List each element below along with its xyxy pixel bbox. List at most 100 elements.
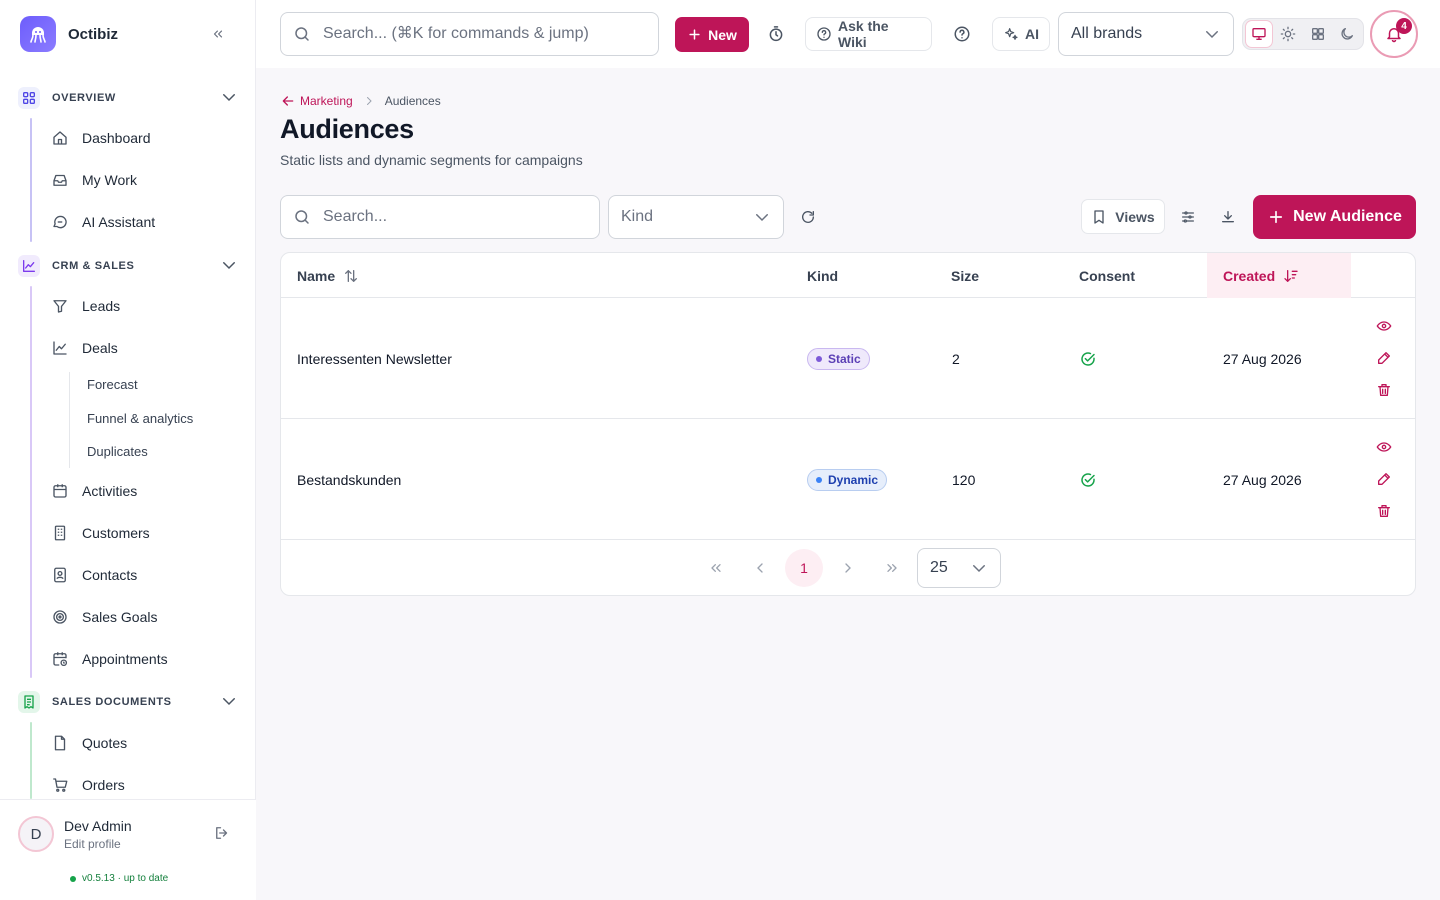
monitor-icon[interactable]: [1246, 21, 1272, 47]
calendar-clock-icon: [50, 649, 70, 669]
sparkles-icon: [1003, 26, 1019, 42]
consent-check-icon: [1079, 419, 1097, 540]
ask-wiki-button[interactable]: Ask the Wiki: [805, 17, 932, 51]
plus-icon: [687, 27, 702, 42]
row-actions: [1371, 439, 1397, 519]
edit-profile-link[interactable]: Edit profile: [64, 837, 121, 851]
table-row[interactable]: Interessenten Newsletter Static 2 27 Aug…: [281, 298, 1415, 419]
logout-icon[interactable]: [213, 824, 231, 842]
download-icon[interactable]: [1218, 207, 1238, 227]
grid-icon: [18, 87, 40, 109]
kind-badge: Dynamic: [807, 468, 888, 491]
chevron-down-icon: [753, 208, 771, 226]
layout-grid-icon[interactable]: [1305, 21, 1331, 47]
chevron-down-icon[interactable]: [220, 88, 238, 106]
last-page-icon[interactable]: [874, 550, 910, 586]
section-crm-sales[interactable]: CRM & SALES: [18, 254, 242, 278]
table-search-input[interactable]: [323, 208, 583, 226]
search-icon: [293, 25, 311, 43]
column-header-size[interactable]: Size: [951, 253, 979, 298]
column-header-consent[interactable]: Consent: [1079, 253, 1135, 298]
previous-page-icon[interactable]: [742, 550, 778, 586]
trash-icon[interactable]: [1376, 382, 1392, 398]
sidebar-item-sales-goals[interactable]: Sales Goals: [50, 601, 240, 633]
cell-created: 27 Aug 2026: [1223, 350, 1302, 367]
new-button[interactable]: New: [675, 17, 749, 52]
sidebar-subitem-funnel-analytics[interactable]: Funnel & analytics: [87, 409, 193, 429]
first-page-icon[interactable]: [698, 550, 734, 586]
pencil-icon[interactable]: [1376, 350, 1392, 366]
timer-icon[interactable]: [764, 22, 788, 46]
arrow-left-icon: [280, 93, 296, 109]
breadcrumb-parent-link[interactable]: Marketing: [280, 93, 353, 109]
sidebar-item-leads[interactable]: Leads: [50, 290, 240, 322]
cart-icon: [50, 775, 70, 795]
next-page-icon[interactable]: [830, 550, 866, 586]
section-sales-documents[interactable]: SALES DOCUMENTS: [18, 690, 242, 714]
column-header-kind[interactable]: Kind: [807, 253, 838, 298]
brand-select[interactable]: All brands: [1058, 12, 1234, 56]
home-icon: [50, 128, 70, 148]
columns-settings-icon[interactable]: [1178, 207, 1198, 227]
refresh-icon[interactable]: [798, 207, 818, 227]
chart-icon: [18, 255, 40, 277]
cell-created: 27 Aug 2026: [1223, 471, 1302, 488]
table-search[interactable]: [280, 195, 600, 239]
chevron-right-icon: [363, 95, 375, 107]
sidebar-item-contacts[interactable]: Contacts: [50, 559, 240, 591]
sidebar-subitem-forecast[interactable]: Forecast: [87, 375, 138, 395]
current-page-button[interactable]: 1: [785, 549, 823, 587]
brand[interactable]: Octibiz: [20, 16, 118, 52]
section-label: OVERVIEW: [52, 92, 116, 104]
kind-filter-select[interactable]: Kind: [608, 195, 784, 239]
new-audience-button[interactable]: New Audience: [1253, 195, 1416, 239]
audiences-table: Name Kind Size Consent Created Interesse…: [280, 252, 1416, 596]
sidebar-item-activities[interactable]: Activities: [50, 475, 240, 507]
theme-switcher: [1242, 18, 1364, 50]
sun-icon[interactable]: [1276, 21, 1302, 47]
page-size-select[interactable]: 25: [917, 548, 1001, 588]
section-overview[interactable]: OVERVIEW: [18, 86, 242, 110]
section-rail: [30, 118, 32, 242]
sidebar-item-orders[interactable]: Orders: [50, 769, 240, 801]
help-icon[interactable]: [950, 22, 974, 46]
status-dot-icon: [70, 875, 76, 882]
page-subtitle: Static lists and dynamic segments for ca…: [280, 152, 583, 168]
breadcrumb-current: Audiences: [384, 94, 441, 108]
notifications-button[interactable]: 4: [1370, 10, 1418, 58]
global-search-input[interactable]: [323, 25, 643, 43]
file-icon: [50, 733, 70, 753]
chevron-down-icon: [970, 559, 988, 577]
sidebar-item-deals[interactable]: Deals: [50, 332, 240, 364]
sidebar-item-ai-assistant[interactable]: AI Assistant: [50, 206, 240, 238]
table-row[interactable]: Bestandskunden Dynamic 120 27 Aug 2026: [281, 419, 1415, 540]
cell-name: Interessenten Newsletter: [297, 350, 452, 367]
chevron-down-icon[interactable]: [220, 692, 238, 710]
eye-icon[interactable]: [1376, 439, 1392, 455]
sidebar-item-appointments[interactable]: Appointments: [50, 643, 240, 675]
sidebar-item-customers[interactable]: Customers: [50, 517, 240, 549]
sidebar-subitem-duplicates[interactable]: Duplicates: [87, 442, 148, 462]
page-title: Audiences: [280, 114, 414, 144]
sidebar: Octibiz OVERVIEW Dashboard My Work AI As…: [0, 0, 256, 900]
chevron-down-icon[interactable]: [220, 256, 238, 274]
sidebar-item-quotes[interactable]: Quotes: [50, 727, 240, 759]
views-button[interactable]: Views: [1081, 199, 1165, 234]
moon-icon[interactable]: [1335, 21, 1361, 47]
column-header-created[interactable]: Created: [1207, 253, 1351, 298]
pencil-icon[interactable]: [1376, 471, 1392, 487]
trash-icon[interactable]: [1376, 503, 1392, 519]
profile-name: Dev Admin: [64, 818, 132, 834]
topbar: New Ask the Wiki AI All brands 4: [256, 0, 1440, 68]
sidebar-item-dashboard[interactable]: Dashboard: [50, 122, 240, 154]
cell-kind: Static: [807, 298, 870, 419]
sidebar-item-my-work[interactable]: My Work: [50, 164, 240, 196]
collapse-sidebar-icon[interactable]: [206, 22, 230, 46]
ai-button[interactable]: AI: [992, 17, 1050, 51]
global-search[interactable]: [280, 12, 659, 56]
app-name: Octibiz: [68, 25, 119, 43]
column-header-name[interactable]: Name: [297, 253, 359, 298]
eye-icon[interactable]: [1376, 318, 1392, 334]
inbox-icon: [50, 170, 70, 190]
avatar[interactable]: D: [18, 816, 54, 852]
